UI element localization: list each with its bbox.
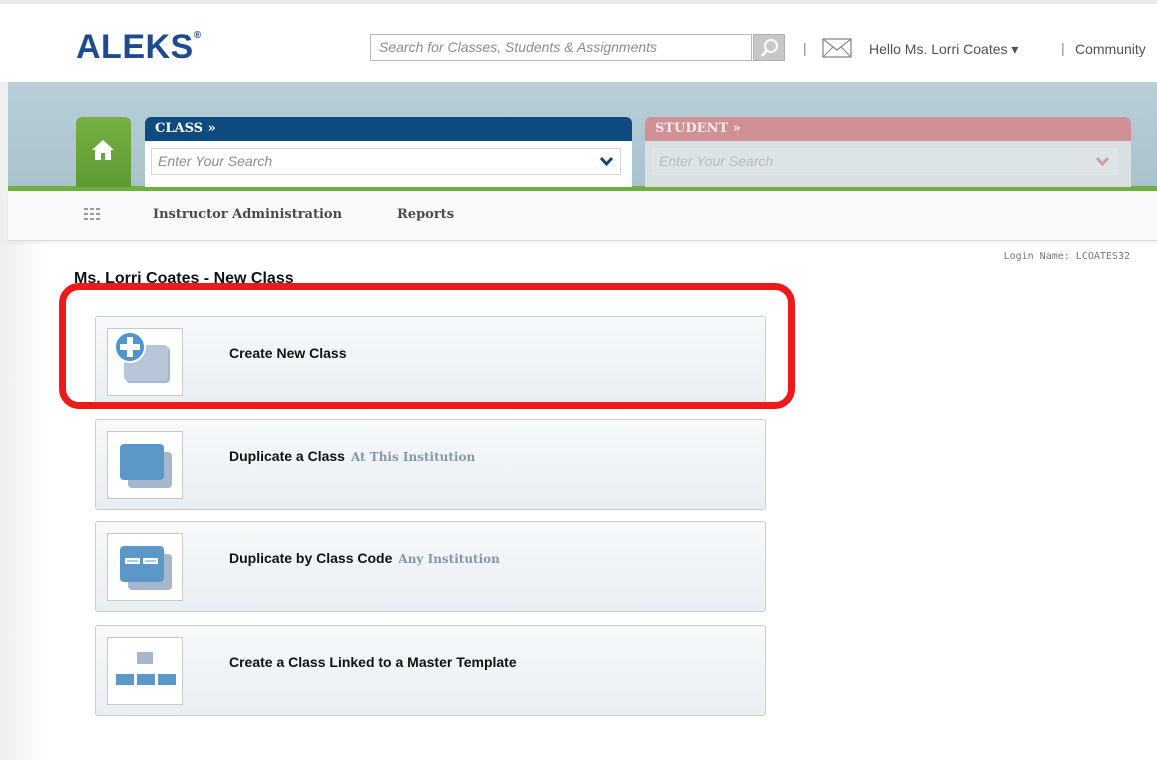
nav-reports[interactable]: Reports bbox=[397, 207, 454, 222]
class-tab-heading[interactable]: CLASS » bbox=[145, 117, 632, 141]
master-template-label: Create a Class Linked to a Master Templa… bbox=[229, 654, 517, 670]
login-name: Login Name: LCOATES32 bbox=[1003, 251, 1130, 262]
mail-icon[interactable] bbox=[822, 38, 852, 58]
community-link[interactable]: Community bbox=[1075, 41, 1146, 57]
chevron-down-icon[interactable] bbox=[600, 156, 613, 166]
duplicate-class-thumbnail bbox=[107, 431, 183, 499]
search-icon bbox=[761, 39, 778, 57]
class-search-panel: CLASS » Enter Your Search bbox=[145, 117, 632, 187]
duplicate-by-code-card[interactable]: Duplicate by Class Code Any Institution bbox=[95, 521, 766, 612]
master-template-thumbnail bbox=[107, 637, 183, 705]
duplicate-by-code-label: Duplicate by Class Code Any Institution bbox=[229, 550, 500, 566]
student-tab-heading[interactable]: STUDENT » bbox=[645, 117, 1131, 141]
top-header: ALEKS® Search for Classes, Students & As… bbox=[0, 0, 1157, 82]
master-template-icon bbox=[116, 652, 176, 685]
chevron-down-icon[interactable] bbox=[1096, 156, 1109, 166]
student-search-input[interactable]: Enter Your Search bbox=[652, 148, 1117, 175]
duplicate-class-sublabel: At This Institution bbox=[350, 450, 476, 464]
header-separator-2: | bbox=[1061, 40, 1065, 56]
student-search-panel: STUDENT » Enter Your Search bbox=[645, 117, 1131, 187]
aleks-logo[interactable]: ALEKS® bbox=[76, 28, 202, 67]
global-search-input[interactable]: Search for Classes, Students & Assignmen… bbox=[370, 34, 752, 61]
student-search-placeholder: Enter Your Search bbox=[659, 153, 774, 169]
home-tab[interactable] bbox=[76, 117, 131, 187]
duplicate-by-code-sublabel: Any Institution bbox=[398, 552, 500, 566]
header-separator: | bbox=[803, 40, 807, 56]
nav-instructor-administration[interactable]: Instructor Administration bbox=[153, 207, 342, 222]
duplicate-class-card[interactable]: Duplicate a Class At This Institution bbox=[95, 419, 766, 510]
duplicate-class-icon bbox=[120, 444, 172, 488]
duplicate-code-thumbnail bbox=[107, 533, 183, 601]
user-menu[interactable]: Hello Ms. Lorri Coates ▾ bbox=[869, 41, 1018, 58]
duplicate-class-label: Duplicate a Class At This Institution bbox=[229, 448, 476, 464]
master-template-card[interactable]: Create a Class Linked to a Master Templa… bbox=[95, 625, 766, 716]
class-search-input[interactable]: Enter Your Search bbox=[151, 148, 621, 175]
search-button[interactable] bbox=[753, 34, 785, 61]
home-icon bbox=[92, 140, 114, 160]
apps-grid-icon[interactable] bbox=[84, 208, 100, 220]
class-code-icon bbox=[120, 546, 172, 590]
class-search-placeholder: Enter Your Search bbox=[158, 153, 273, 169]
highlight-annotation bbox=[59, 283, 795, 409]
